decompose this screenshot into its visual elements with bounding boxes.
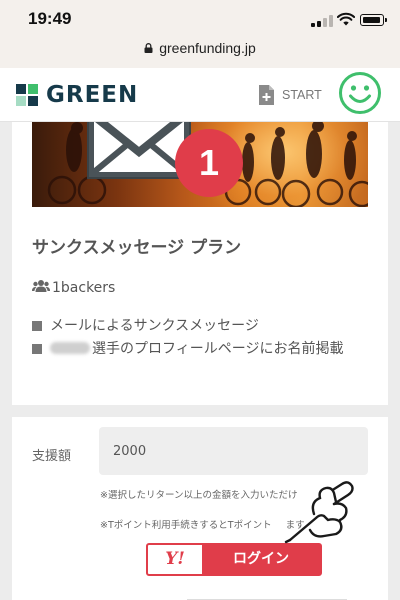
battery-icon xyxy=(360,14,387,26)
logo-text[interactable]: GREEN xyxy=(46,82,138,108)
benefit-item: 選手のプロフィールページにお名前掲載 xyxy=(32,338,372,361)
backers-count: 1backers xyxy=(32,279,115,296)
amount-note: ※選択したリターン以上の金額を入力いただけ xyxy=(100,490,298,501)
benefit-item: メールによるサンクスメッセージ xyxy=(32,315,372,338)
login-label: ログイン xyxy=(233,551,289,567)
status-bar: 19:49 xyxy=(0,0,400,36)
amount-input[interactable] xyxy=(99,427,368,475)
pointing-hand-icon xyxy=(284,481,354,544)
green-logo-icon[interactable] xyxy=(16,84,38,106)
url-text[interactable]: greenfunding.jp xyxy=(159,40,256,56)
lock-icon xyxy=(144,43,153,53)
plan-card[interactable]: 1 サンクスメッセージ プラン 1backers メールによるサンクスメッセージ… xyxy=(12,122,388,405)
start-label[interactable]: START xyxy=(282,88,322,102)
smiley-user-icon[interactable] xyxy=(338,71,382,115)
tpoint-note: ※Tポイント利用手続きするとTポイント ます xyxy=(100,520,305,531)
plan-title: サンクスメッセージ プラン xyxy=(32,238,242,258)
start-project-icon[interactable] xyxy=(258,84,275,106)
status-time: 19:49 xyxy=(28,9,72,28)
yahoo-logo-icon: Y! xyxy=(148,545,202,574)
yahoo-login-button[interactable]: Y! ログイン xyxy=(146,543,322,576)
plan-benefits: メールによるサンクスメッセージ 選手のプロフィールページにお名前掲載 xyxy=(32,315,372,361)
url-bar[interactable]: greenfunding.jp xyxy=(0,36,400,68)
count-badge-number: 1 xyxy=(198,142,220,183)
plan-hero-image: 1 xyxy=(32,122,368,207)
signal-icon xyxy=(311,15,333,27)
amount-label: 支援額 xyxy=(32,449,72,464)
users-icon xyxy=(32,280,50,292)
backers-text: 1backers xyxy=(52,280,116,296)
wifi-icon xyxy=(337,12,355,26)
redacted-name xyxy=(50,342,90,354)
